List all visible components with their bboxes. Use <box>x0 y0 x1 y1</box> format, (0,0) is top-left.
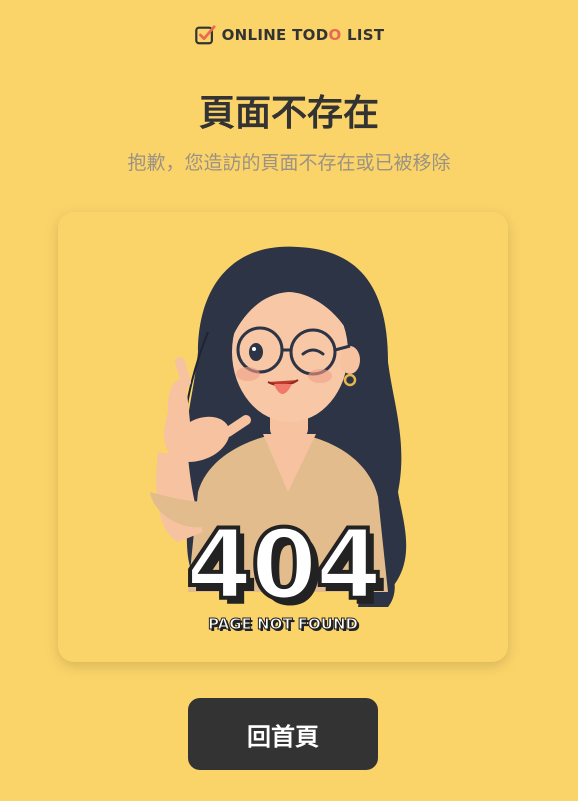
checkbox-check-icon <box>194 25 216 45</box>
error-caption: PAGE NOT FOUND <box>208 615 359 634</box>
page-subtitle: 抱歉，您造訪的頁面不存在或已被移除 <box>127 152 451 174</box>
brand-name: ONLINE TODO LIST <box>221 26 385 44</box>
error-code: 404 <box>184 509 384 621</box>
not-found-illustration-card: 404 PAGE NOT FOUND <box>58 212 508 662</box>
brand-logo[interactable]: ONLINE TODO LIST <box>0 24 578 46</box>
page-title: 頁面不存在 <box>198 93 379 134</box>
back-home-button[interactable]: 回首頁 <box>188 698 378 770</box>
